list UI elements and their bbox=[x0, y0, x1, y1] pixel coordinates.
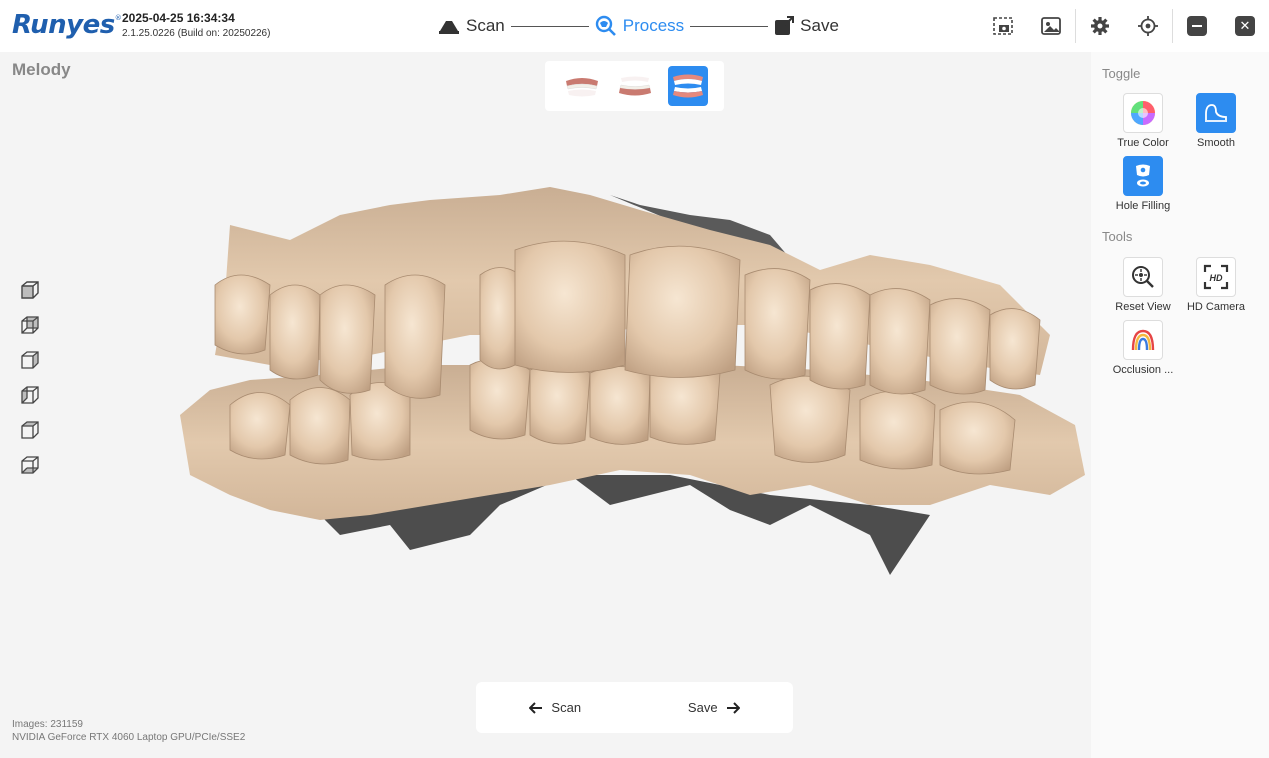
smooth-toggle[interactable]: Smooth bbox=[1180, 93, 1252, 149]
bottom-navigation: Scan Save bbox=[476, 682, 793, 733]
hole-filling-label: Hole Filling bbox=[1115, 200, 1171, 212]
tools-section-title: Tools bbox=[1102, 229, 1133, 244]
view-front-cube-icon[interactable] bbox=[20, 280, 40, 300]
save-icon bbox=[775, 16, 795, 35]
upper-jaw-icon bbox=[565, 78, 598, 97]
hd-camera-tool[interactable]: HD HD Camera bbox=[1180, 257, 1252, 313]
true-color-label: True Color bbox=[1117, 137, 1169, 149]
settings-button[interactable] bbox=[1076, 0, 1124, 52]
view-top-cube-icon[interactable] bbox=[20, 420, 40, 440]
lower-jaw-icon bbox=[618, 76, 651, 96]
view-back-cube-icon[interactable] bbox=[20, 315, 40, 335]
arrow-left-icon bbox=[529, 701, 543, 714]
scanner-icon bbox=[439, 21, 459, 34]
right-panel: Toggle True Color Smooth Hole Filling To… bbox=[1091, 52, 1269, 758]
hole-filling-icon bbox=[1136, 164, 1150, 187]
jaw-view-toggle bbox=[545, 61, 724, 111]
view-left-cube-icon[interactable] bbox=[20, 350, 40, 370]
gear-icon bbox=[1091, 17, 1109, 35]
build-info: 2.1.25.0226 (Build on: 20250226) bbox=[122, 28, 271, 39]
occlusion-icon bbox=[1131, 329, 1155, 351]
workflow-steps: Scan Process Save bbox=[438, 14, 839, 38]
gallery-button[interactable] bbox=[1027, 0, 1075, 52]
occlusion-tool[interactable]: Occlusion ... bbox=[1107, 320, 1179, 376]
view-right-cube-icon[interactable] bbox=[20, 385, 40, 405]
smooth-button[interactable] bbox=[1196, 93, 1236, 133]
hd-camera-icon: HD bbox=[1203, 264, 1229, 290]
hd-camera-button[interactable]: HD bbox=[1196, 257, 1236, 297]
step-process[interactable]: Process bbox=[595, 15, 684, 37]
step-connector bbox=[510, 25, 589, 27]
arrow-right-icon bbox=[726, 701, 740, 714]
toggle-section-title: Toggle bbox=[1102, 66, 1141, 81]
true-color-toggle[interactable]: True Color bbox=[1107, 93, 1179, 149]
image-icon bbox=[1041, 17, 1061, 35]
view-orientation-toolbar bbox=[20, 280, 40, 475]
both-jaws-icon bbox=[672, 74, 703, 98]
reset-view-tool[interactable]: Reset View bbox=[1107, 257, 1179, 313]
runyes-logo: Runyes® bbox=[12, 10, 122, 40]
dental-scan-model[interactable] bbox=[170, 175, 1100, 585]
true-color-button[interactable] bbox=[1123, 93, 1163, 133]
smooth-icon bbox=[1205, 104, 1227, 122]
lower-jaw-button[interactable] bbox=[615, 66, 655, 106]
close-icon: ✕ bbox=[1235, 16, 1255, 36]
reset-view-icon bbox=[1132, 266, 1154, 288]
image-count: Images: 231159 bbox=[12, 719, 83, 730]
step-scan[interactable]: Scan bbox=[438, 16, 505, 36]
top-toolbar: ✕ bbox=[979, 0, 1269, 52]
minimize-icon bbox=[1187, 16, 1207, 36]
occlusion-label: Occlusion ... bbox=[1112, 364, 1174, 376]
crosshair-icon bbox=[1138, 16, 1158, 36]
screenshot-icon bbox=[993, 17, 1013, 35]
reset-view-button[interactable] bbox=[1123, 257, 1163, 297]
datetime: 2025-04-25 16:34:34 bbox=[122, 11, 235, 25]
system-info: Images: 231159 NVIDIA GeForce RTX 4060 L… bbox=[12, 718, 245, 744]
smooth-label: Smooth bbox=[1197, 137, 1235, 149]
close-button[interactable]: ✕ bbox=[1221, 0, 1269, 52]
screenshot-button[interactable] bbox=[979, 0, 1027, 52]
view-bottom-cube-icon[interactable] bbox=[20, 455, 40, 475]
reset-view-label: Reset View bbox=[1115, 301, 1171, 313]
minimize-button[interactable] bbox=[1173, 0, 1221, 52]
target-button[interactable] bbox=[1124, 0, 1172, 52]
hole-filling-toggle[interactable]: Hole Filling bbox=[1107, 156, 1179, 212]
occlusion-button[interactable] bbox=[1123, 320, 1163, 360]
back-to-scan-button[interactable]: Scan bbox=[529, 700, 581, 715]
hd-camera-label: HD Camera bbox=[1186, 301, 1246, 313]
process-icon bbox=[595, 15, 616, 36]
top-bar: Runyes® 2025-04-25 16:34:34 2.1.25.0226 … bbox=[0, 0, 1269, 52]
patient-name: Melody bbox=[12, 60, 71, 79]
svg-text:HD: HD bbox=[1210, 273, 1223, 283]
step-connector bbox=[690, 25, 769, 27]
gpu-info: NVIDIA GeForce RTX 4060 Laptop GPU/PCIe/… bbox=[12, 732, 246, 743]
step-save[interactable]: Save bbox=[774, 16, 839, 36]
color-wheel-icon bbox=[1131, 101, 1155, 125]
upper-jaw-button[interactable] bbox=[562, 66, 602, 106]
both-jaws-button[interactable] bbox=[667, 66, 708, 106]
next-to-save-button[interactable]: Save bbox=[688, 700, 740, 715]
hole-filling-button[interactable] bbox=[1123, 156, 1163, 196]
